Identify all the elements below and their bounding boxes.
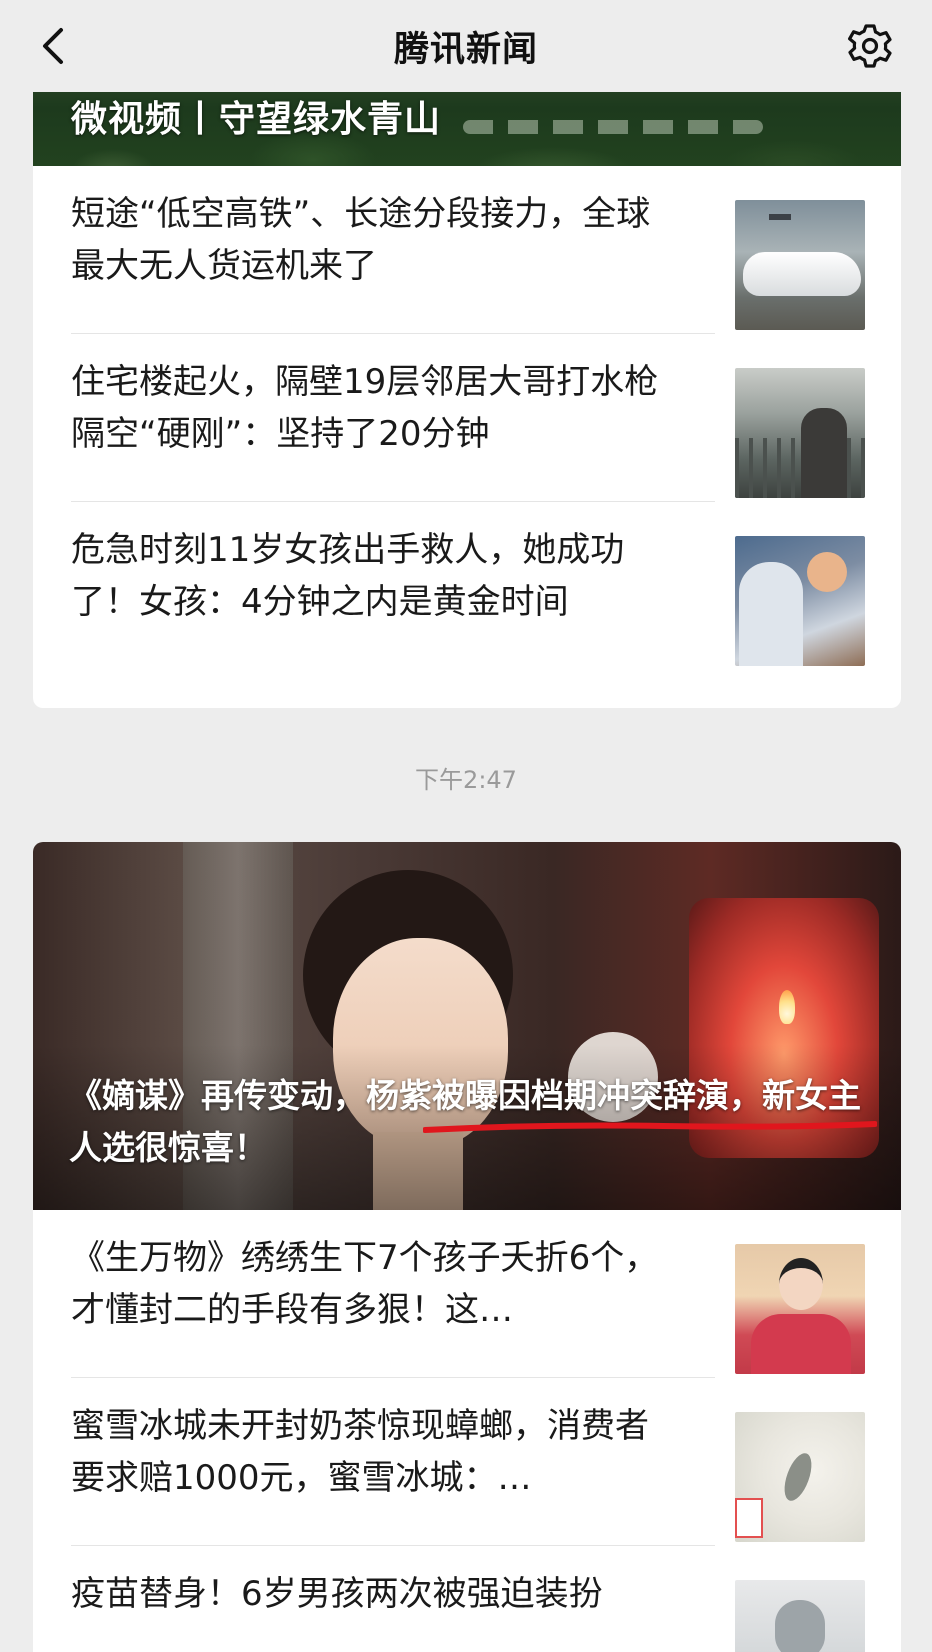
article-title: 住宅楼起火，隔壁19层邻居大哥打水枪隔空“硬刚”：坚持了20分钟 (71, 362, 659, 454)
list-item[interactable]: 疫苗替身！6岁男孩两次被强迫装扮 (33, 1546, 901, 1652)
list-item[interactable]: 短途“低空高铁”、长途分段接力，全球最大无人货运机来了 (33, 166, 901, 334)
article-title: 危急时刻11岁女孩出手救人，她成功了！女孩：4分钟之内是黄金时间 (71, 530, 625, 622)
news-card-2: 《嫡谋》再传变动，杨紫被曝因档期冲突辞演，新女主人选很惊喜！ 《生万物》绣绣生下… (33, 842, 901, 1652)
news-card-1: 微视频丨守望绿水青山 短途“低空高铁”、长途分段接力，全球最大无人货运机来了 住… (33, 60, 901, 708)
drama-thumbnail (735, 1244, 865, 1374)
article-title: 短途“低空高铁”、长途分段接力，全球最大无人货运机来了 (71, 194, 651, 286)
gear-icon (848, 24, 892, 68)
list-item[interactable]: 《生万物》绣绣生下7个孩子夭折6个，才懂封二的手段有多狠！这… (33, 1210, 901, 1378)
list-item[interactable]: 住宅楼起火，隔壁19层邻居大哥打水枪隔空“硬刚”：坚持了20分钟 (33, 334, 901, 502)
cargo-drone-thumbnail (735, 200, 865, 330)
settings-button[interactable] (842, 18, 898, 74)
list-item[interactable]: 蜜雪冰城未开封奶茶惊现蟑螂，消费者要求赔1000元，蜜雪冰城：… (33, 1378, 901, 1546)
rescue-thumbnail (735, 536, 865, 666)
hero-title: 微视频丨守望绿水青山 (71, 99, 442, 140)
fire-hose-thumbnail (735, 368, 865, 498)
page-title: 腾讯新闻 (393, 29, 538, 70)
river-graphic (463, 120, 763, 134)
vaccine-thumbnail (735, 1580, 865, 1652)
article-title: 蜜雪冰城未开封奶茶惊现蟑螂，消费者要求赔1000元，蜜雪冰城：… (71, 1406, 649, 1498)
milk-tea-thumbnail (735, 1412, 865, 1542)
hero-banner[interactable]: 《嫡谋》再传变动，杨紫被曝因档期冲突辞演，新女主人选很惊喜！ (33, 842, 901, 1210)
list-item[interactable]: 危急时刻11岁女孩出手救人，她成功了！女孩：4分钟之内是黄金时间 (33, 502, 901, 670)
red-underline-annotation (423, 1121, 877, 1133)
chevron-left-icon (43, 28, 63, 64)
back-button[interactable] (28, 22, 76, 70)
article-title: 疫苗替身！6岁男孩两次被强迫装扮 (71, 1574, 603, 1614)
message-timestamp: 下午2:47 (415, 766, 517, 794)
article-title: 《生万物》绣绣生下7个孩子夭折6个，才懂封二的手段有多狠！这… (71, 1238, 659, 1330)
navigation-bar: 腾讯新闻 (0, 0, 932, 92)
